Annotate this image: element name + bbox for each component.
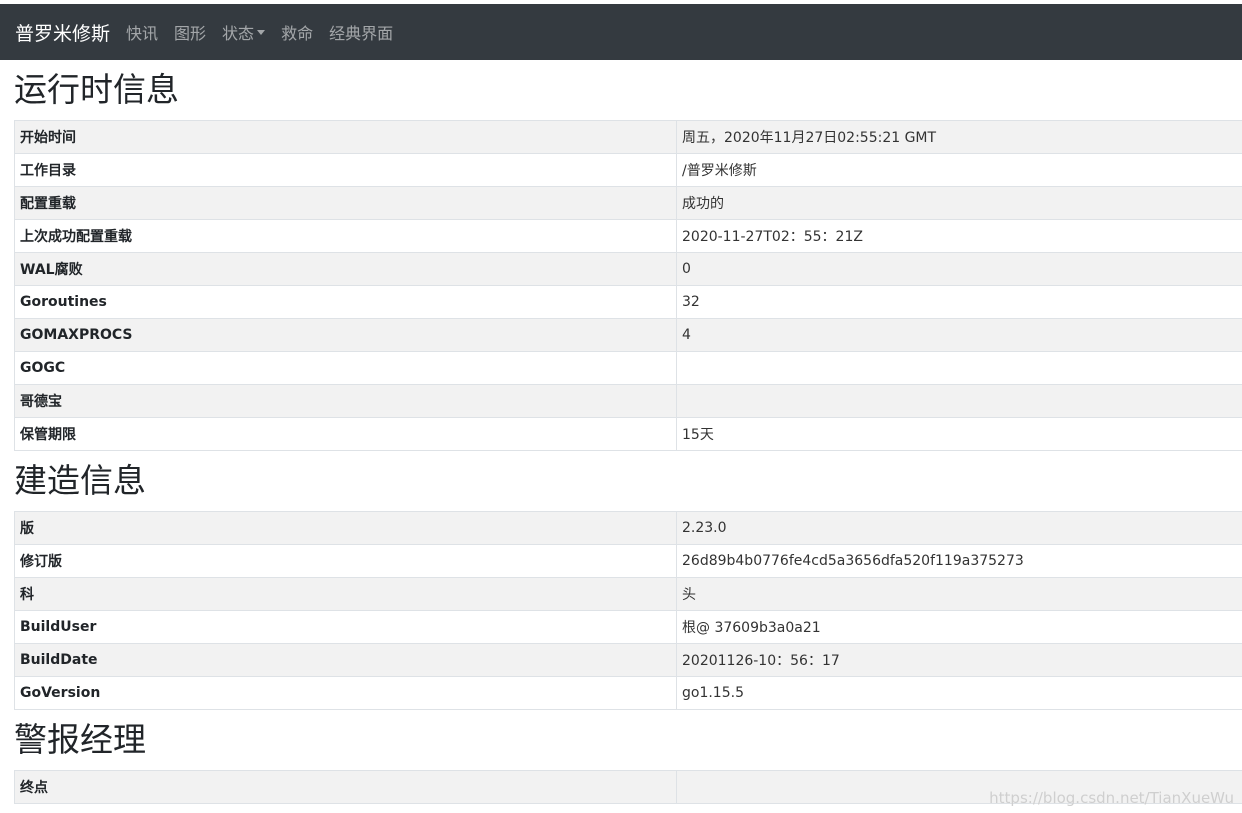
nav-link-help[interactable]: 救命: [281, 20, 313, 44]
nav-dropdown-status[interactable]: 状态: [222, 20, 266, 44]
row-value: go1.15.5: [676, 676, 1242, 710]
nav-link-alerts[interactable]: 快讯: [126, 20, 158, 44]
row-key: 哥德宝: [14, 384, 677, 418]
alertmanagers-heading: 警报经理: [14, 720, 146, 759]
table-row: BuildUser 根@ 37609b3a0a21: [14, 610, 1242, 644]
row-key: GoVersion: [14, 676, 677, 710]
row-key: 版: [14, 511, 677, 545]
table-row: GOGC: [14, 351, 1242, 385]
row-key: WAL腐败: [14, 252, 677, 286]
main-content: 运行时信息 开始时间 周五，2020年11月27日02:55:21 GMT 工作目…: [14, 60, 1242, 804]
table-row: 开始时间 周五，2020年11月27日02:55:21 GMT: [14, 120, 1242, 154]
row-key: 开始时间: [14, 120, 677, 154]
table-row: GOMAXPROCS 4: [14, 318, 1242, 352]
row-value: 周五，2020年11月27日02:55:21 GMT: [676, 120, 1242, 154]
table-row: BuildDate 20201126-10：56：17: [14, 643, 1242, 677]
row-value: /普罗米修斯: [676, 153, 1242, 187]
row-value: 26d89b4b0776fe4cd5a3656dfa520f119a375273: [676, 544, 1242, 578]
watermark-text: https://blog.csdn.net/TianXueWu: [989, 789, 1234, 807]
nav-link-graph[interactable]: 图形: [174, 20, 206, 44]
table-row: 哥德宝: [14, 384, 1242, 418]
nav-link-help-label: 救命: [281, 24, 314, 43]
row-value: 2020-11-27T02：55：21Z: [676, 219, 1242, 253]
table-row: GoVersion go1.15.5: [14, 676, 1242, 710]
row-key: 上次成功配置重载: [14, 219, 677, 253]
row-key: GOMAXPROCS: [14, 318, 677, 352]
table-row: 上次成功配置重载 2020-11-27T02：55：21Z: [14, 219, 1242, 253]
row-value: 20201126-10：56：17: [676, 643, 1242, 677]
row-value: [676, 351, 1242, 385]
caret-down-icon: [257, 29, 266, 35]
build-info-heading: 建造信息: [14, 461, 146, 500]
row-value: 32: [676, 285, 1242, 319]
row-key: 工作目录: [14, 153, 677, 187]
row-value: 头: [676, 577, 1242, 611]
row-value: [676, 384, 1242, 418]
row-value: 0: [676, 252, 1242, 286]
table-row: Goroutines 32: [14, 285, 1242, 319]
row-key: 终点: [14, 770, 677, 804]
row-value: 成功的: [676, 186, 1242, 220]
table-row: 配置重载 成功的: [14, 186, 1242, 220]
row-key: 保管期限: [14, 417, 677, 451]
table-row: 科头: [14, 577, 1242, 611]
table-row: 工作目录/普罗米修斯: [14, 153, 1242, 187]
table-row: 修订版 26d89b4b0776fe4cd5a3656dfa520f119a375…: [14, 544, 1242, 578]
brand-link[interactable]: 普罗米修斯: [15, 19, 110, 46]
nav-link-classic-ui[interactable]: 经典界面: [329, 20, 393, 44]
runtime-info-heading: 运行时信息: [14, 70, 179, 109]
row-key: 配置重载: [14, 186, 677, 220]
nav-link-alerts-label: 快讯: [126, 24, 159, 43]
row-value: 2.23.0: [676, 511, 1242, 545]
table-row: 保管期限 15天: [14, 417, 1242, 451]
row-value: 4: [676, 318, 1242, 352]
table-row: 版 2.23.0: [14, 511, 1242, 545]
build-info-table: 版 2.23.0 修订版 26d89b4b0776fe4cd5a3656dfa520…: [14, 511, 1242, 710]
table-row: WAL腐败 0: [14, 252, 1242, 286]
row-key: BuildUser: [14, 610, 677, 644]
row-key: Goroutines: [14, 285, 677, 319]
row-value: 根@ 37609b3a0a21: [676, 610, 1242, 644]
row-key: 科: [14, 577, 677, 611]
row-key: 修订版: [14, 544, 677, 578]
nav-dropdown-status-label: 状态: [222, 24, 255, 43]
navbar: 普罗米修斯 快讯 图形 状态 救命 经典界面: [0, 4, 1242, 60]
row-key: GOGC: [14, 351, 677, 385]
nav-link-classic-ui-label: 经典界面: [329, 24, 394, 43]
row-key: BuildDate: [14, 643, 677, 677]
runtime-info-table: 开始时间 周五，2020年11月27日02:55:21 GMT 工作目录/普罗米修…: [14, 120, 1242, 451]
row-value: 15天: [676, 417, 1242, 451]
nav-link-graph-label: 图形: [174, 24, 207, 43]
